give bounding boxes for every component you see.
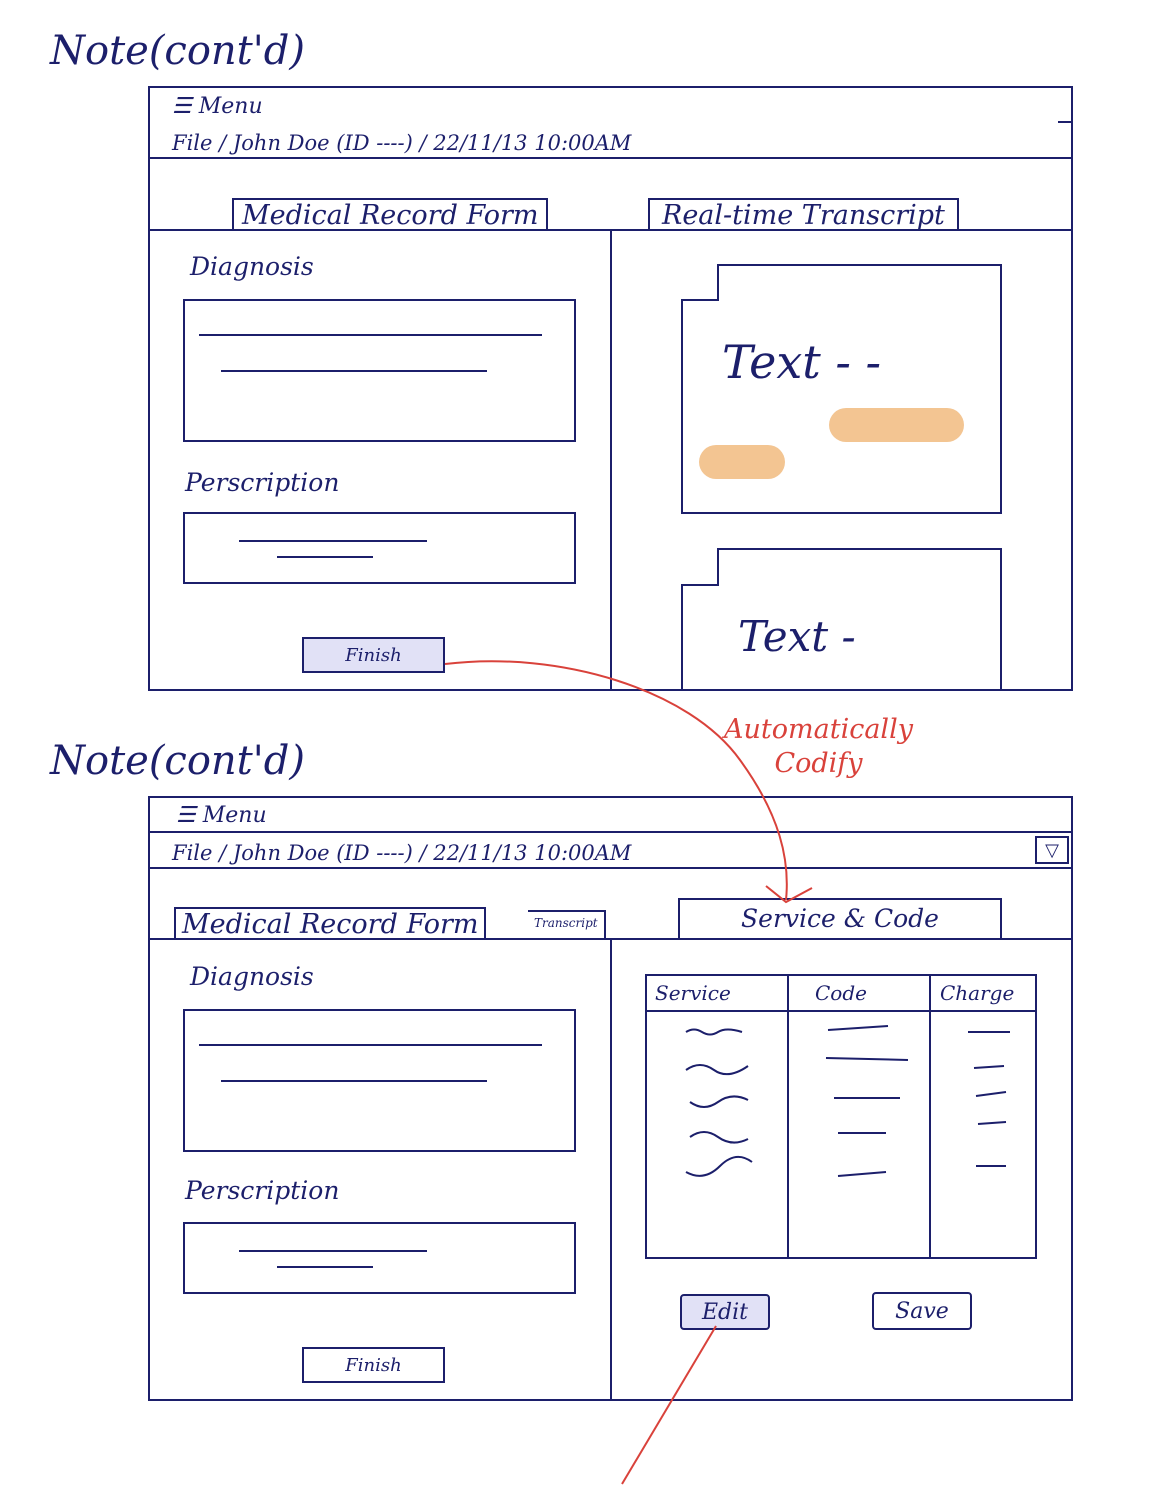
tab-medical-record-form[interactable]: Medical Record Form: [174, 907, 487, 940]
service-code-table: [645, 974, 1037, 1259]
tab-transcript[interactable]: Transcript: [528, 910, 606, 940]
text-line: [239, 1250, 427, 1252]
column-divider: [610, 938, 612, 1401]
bubble-edge: [1000, 548, 1002, 690]
annotation-label: Automatically Codify: [724, 714, 913, 779]
tab-real-time-transcript[interactable]: Real-time Transcript: [648, 198, 959, 231]
menu-label: Menu: [198, 94, 263, 119]
diagnosis-label: Diagnosis: [190, 962, 314, 991]
prescription-label: Perscription: [185, 468, 340, 497]
finish-button[interactable]: Finish: [302, 1347, 445, 1383]
note-title: Note(cont'd): [50, 28, 305, 74]
menu-button[interactable]: ☰ Menu: [176, 803, 267, 828]
transcript-text-2: Text -: [738, 612, 856, 661]
table-header-divider: [645, 1010, 1037, 1012]
save-button[interactable]: Save: [872, 1292, 972, 1330]
bubble-edge: [681, 584, 683, 690]
prescription-field[interactable]: [183, 512, 576, 584]
column-divider: [787, 974, 789, 1259]
finish-button[interactable]: Finish: [302, 637, 445, 673]
diagnosis-field[interactable]: [183, 1009, 576, 1152]
bubble-edge: [717, 548, 719, 585]
text-line: [277, 1266, 373, 1268]
prescription-field[interactable]: [183, 1222, 576, 1294]
edit-button[interactable]: Edit: [680, 1294, 770, 1330]
bubble-edge: [681, 584, 719, 586]
transcript-text-1: Text - -: [722, 335, 882, 389]
transcript-bubble-1: [681, 299, 1002, 514]
highlight-term[interactable]: [699, 445, 785, 479]
diagnosis-field[interactable]: [183, 299, 576, 442]
text-line: [277, 556, 373, 558]
menu-icon: ☰: [176, 803, 196, 828]
tab-medical-record-form[interactable]: Medical Record Form: [232, 198, 549, 231]
divider: [148, 867, 1073, 869]
bubble-edge: [717, 548, 1002, 550]
text-line: [221, 370, 487, 372]
bubble-edge: [717, 264, 719, 300]
bubble-edge: [1000, 264, 1002, 300]
dropdown-chevron-icon[interactable]: ▽: [1035, 836, 1069, 864]
text-line: [199, 334, 542, 336]
table-header-code: Code: [815, 981, 867, 1005]
column-divider: [929, 974, 931, 1259]
breadcrumb: File / John Doe (ID ----) / 22/11/13 10:…: [172, 131, 632, 155]
menu-label: Menu: [202, 803, 267, 828]
column-divider: [610, 229, 612, 691]
text-line: [239, 540, 427, 542]
diagnosis-label: Diagnosis: [190, 252, 314, 281]
highlight-term[interactable]: [829, 408, 964, 442]
menu-button[interactable]: ☰ Menu: [172, 94, 263, 119]
bubble-edge: [681, 299, 719, 301]
note-title: Note(cont'd): [50, 738, 305, 784]
window-control[interactable]: [1058, 121, 1072, 123]
divider: [148, 831, 1073, 833]
bubble-edge: [717, 264, 1002, 266]
table-header-charge: Charge: [940, 981, 1015, 1005]
breadcrumb: File / John Doe (ID ----) / 22/11/13 10:…: [172, 841, 632, 865]
divider: [148, 157, 1073, 159]
tab-service-code[interactable]: Service & Code: [678, 898, 1002, 938]
prescription-label: Perscription: [185, 1176, 340, 1205]
menu-icon: ☰: [172, 94, 192, 119]
text-line: [199, 1044, 542, 1046]
table-header-service: Service: [655, 981, 731, 1005]
text-line: [221, 1080, 487, 1082]
